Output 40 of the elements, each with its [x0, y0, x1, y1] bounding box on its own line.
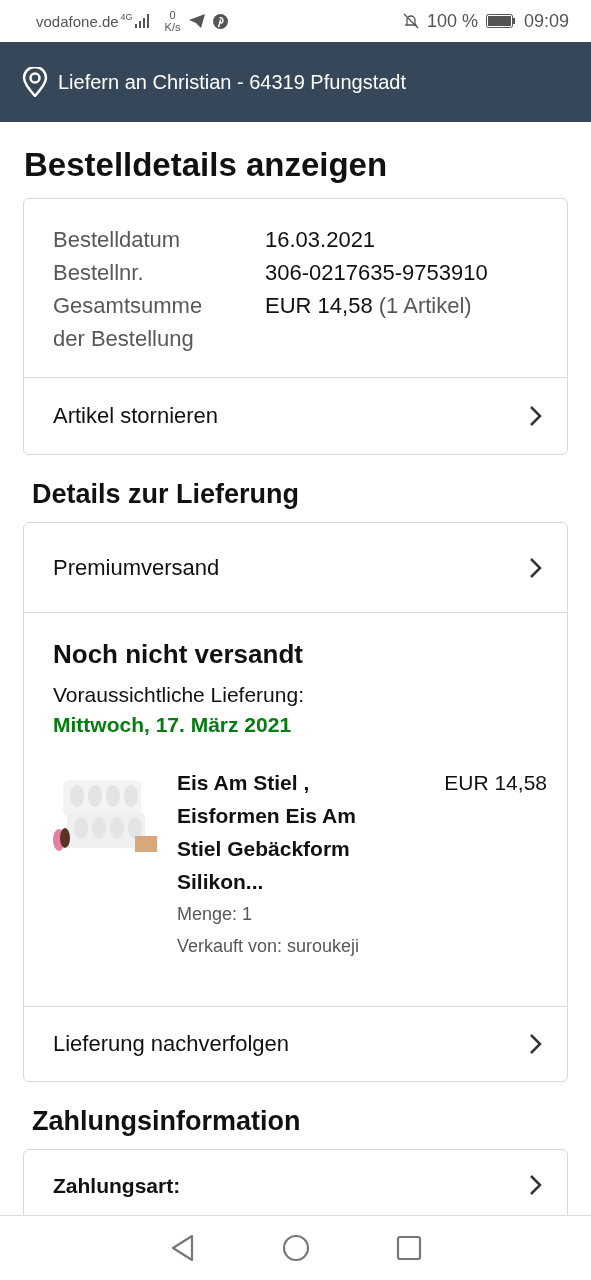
page-title: Bestelldetails anzeigen — [24, 146, 389, 184]
battery-percent: 100 % — [426, 10, 478, 32]
quantity-text: Menge: 1 — [177, 903, 254, 926]
product-price: EUR 14,58 — [444, 770, 547, 796]
product-title[interactable]: Eis Am Stiel , Eisformen Eis Am Stiel Gebäckform Silikon... — [177, 766, 397, 898]
shipment-status: Noch nicht versandt — [53, 639, 304, 670]
order-field-value: 306-0217635-9753910 — [265, 259, 489, 287]
recent-apps-icon[interactable] — [395, 1235, 422, 1261]
speed-value: 0 — [169, 9, 176, 21]
delivery-date: Mittwoch, 17. März 2021 — [53, 712, 293, 738]
chevron-right-icon — [529, 1174, 543, 1196]
section-heading: Zahlungsinformation — [32, 1106, 302, 1137]
payment-method-label: Zahlungsart: — [53, 1174, 181, 1198]
order-field-value: EUR 14,58 (1 Artikel) — [265, 292, 473, 320]
cancel-items-row[interactable]: Artikel stornieren — [24, 377, 567, 454]
signal-icon — [134, 14, 151, 28]
order-field-label: Bestellnr. — [53, 259, 145, 287]
order-field-label: Gesamtsumme der Bestellung — [53, 292, 204, 353]
section-heading: Details zur Lieferung — [32, 479, 301, 510]
delivery-estimate-label: Voraussichtliche Lieferung: — [53, 682, 305, 708]
carrier-name: vodafone.de — [36, 12, 119, 30]
paper-plane-icon — [188, 14, 205, 28]
order-field-label: Bestelldatum — [53, 226, 182, 254]
chevron-right-icon — [529, 405, 543, 427]
seller-text: Verkauft von: suroukeji — [177, 935, 361, 958]
clock-time: 09:09 — [523, 10, 569, 32]
track-delivery-row[interactable]: Lieferung nachverfolgen — [24, 1006, 567, 1081]
chevron-right-icon — [529, 1033, 543, 1055]
speed-unit: K/s — [164, 21, 181, 33]
shipping-method-row[interactable]: Premiumversand — [24, 523, 567, 612]
chevron-right-icon — [529, 556, 543, 579]
order-field-value: 16.03.2021 — [265, 226, 377, 254]
pin-logo-icon — [212, 13, 228, 29]
home-icon[interactable] — [281, 1234, 310, 1262]
location-pin-icon[interactable] — [22, 67, 48, 97]
battery-icon — [485, 14, 516, 28]
network-type: 4G — [120, 12, 133, 22]
back-icon[interactable] — [169, 1234, 196, 1262]
delivery-address[interactable]: Liefern an Christian - 64319 Pfungstadt — [58, 70, 406, 94]
bell-muted-icon — [402, 13, 419, 29]
